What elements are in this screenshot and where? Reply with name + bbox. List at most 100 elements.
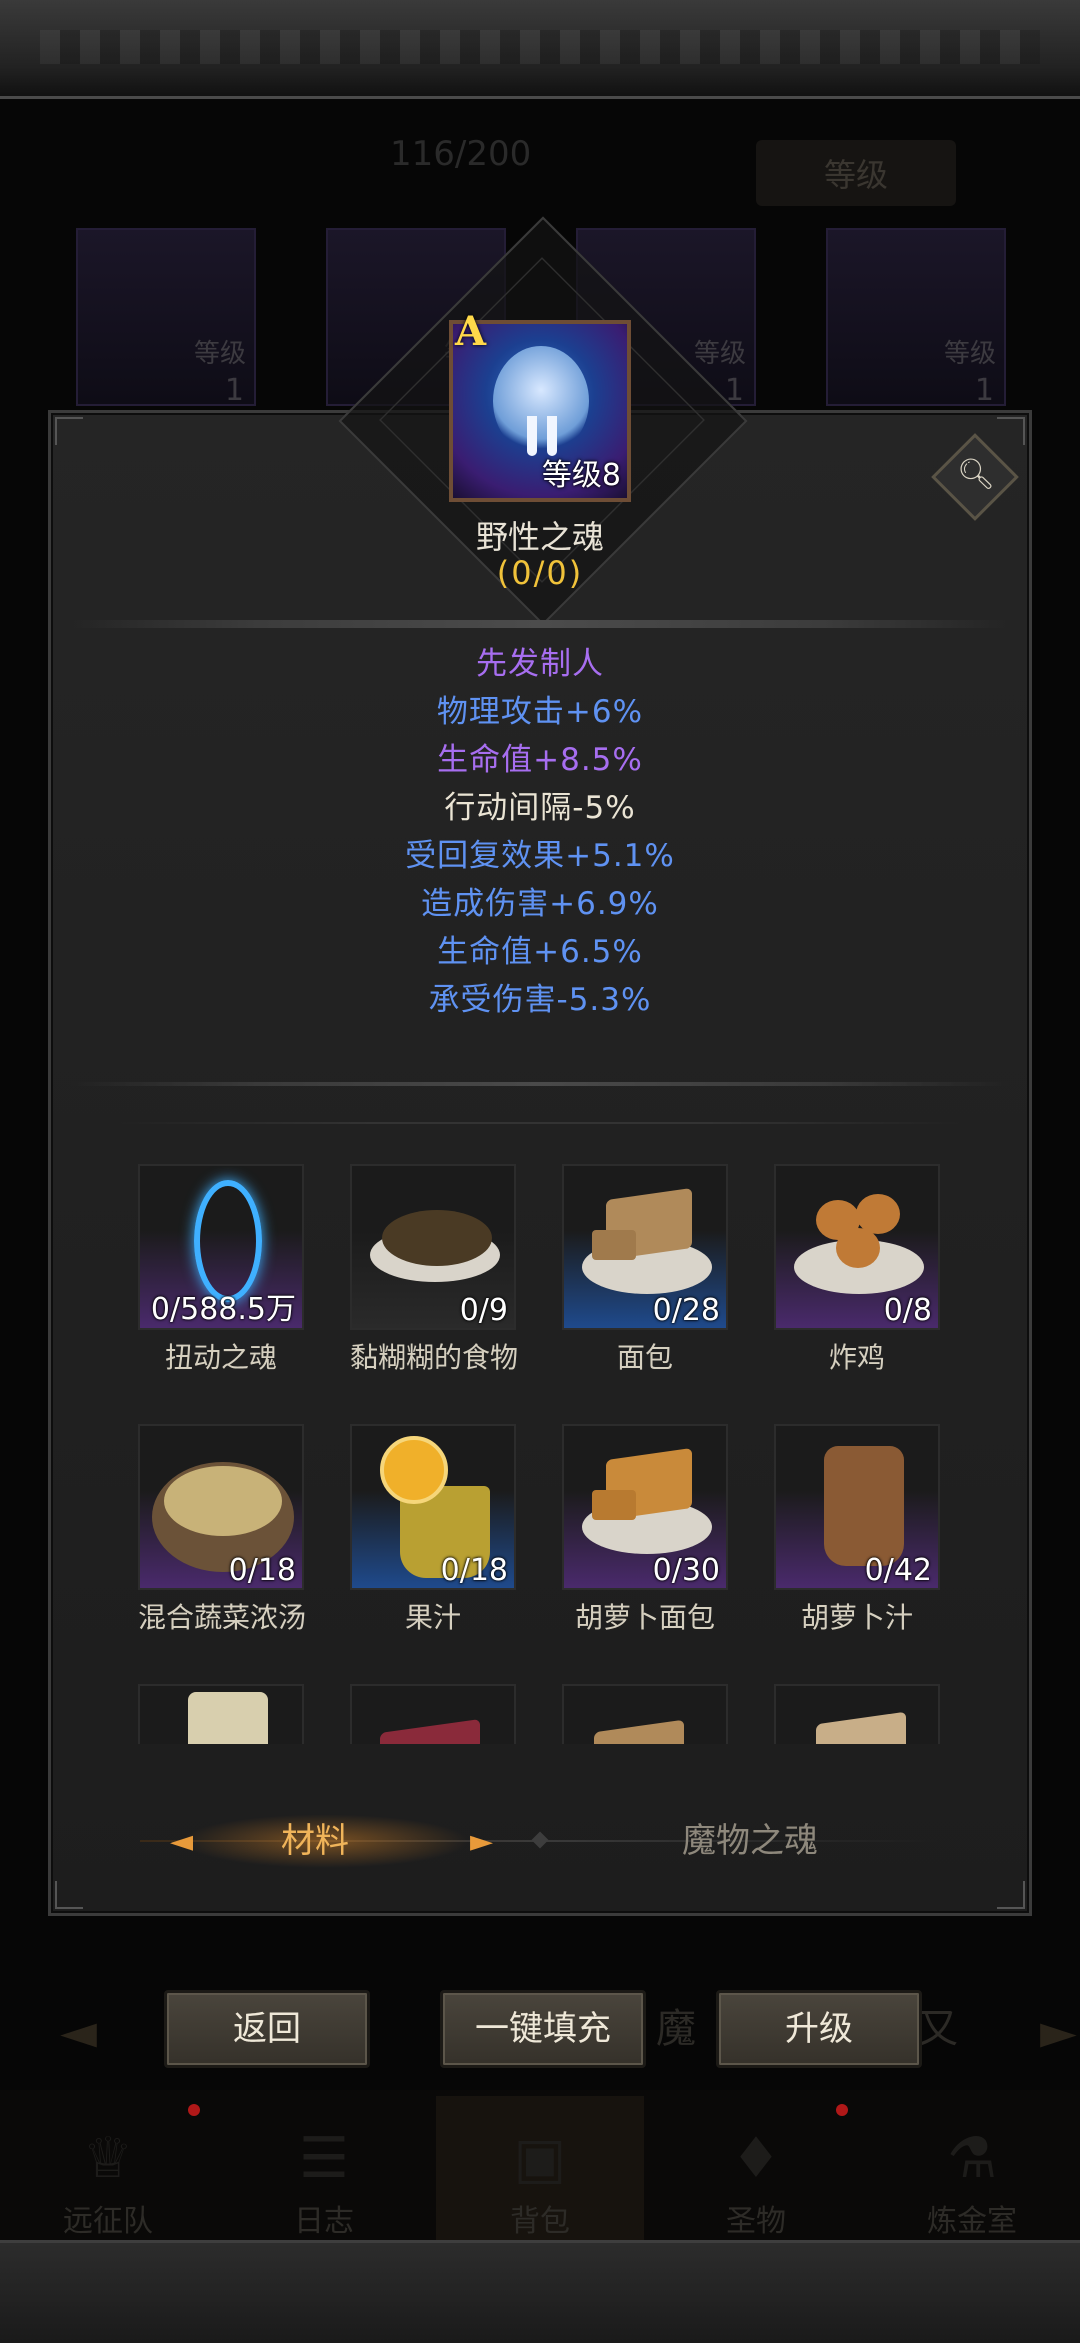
material-item[interactable]: 0/9 黏糊糊的食物 [350, 1164, 520, 1376]
material-item[interactable]: 0/588.5万 扭动之魂 [138, 1164, 308, 1376]
tab-monster-souls[interactable]: 魔物之魂 [630, 1816, 870, 1866]
tab-separator-dot [531, 1831, 549, 1849]
notification-dot [836, 2104, 848, 2116]
scroll-icon: ☰ [298, 2126, 350, 2191]
material-thumb[interactable] [350, 1684, 516, 1744]
material-thumb[interactable]: 0/8 [774, 1164, 940, 1330]
tab-materials[interactable]: 材料 [230, 1816, 400, 1866]
material-name: 面包 [616, 1341, 673, 1374]
material-item[interactable]: 0/28 面包 [562, 1164, 732, 1376]
material-name: 扭动之魂 [164, 1341, 277, 1374]
material-name: 胡萝卜面包 [574, 1601, 715, 1634]
fang-shape [527, 416, 537, 456]
material-thumb[interactable]: 0/588.5万 [138, 1164, 304, 1330]
material-item[interactable] [774, 1684, 944, 1744]
notification-dot [188, 2104, 200, 2116]
divider [70, 620, 1010, 628]
arrow-left-icon: ◄ [170, 1824, 194, 1859]
bg-scroll-left-icon: ◄ [60, 2004, 97, 2060]
soul-grade-badge: A [455, 308, 487, 355]
bg-level-sort-button: 等级 [756, 140, 956, 206]
upgrade-button[interactable]: 升级 [716, 1990, 922, 2068]
material-count: 0/9 [459, 1293, 508, 1328]
bg-soul-card: 等级 1 [826, 228, 1006, 408]
material-grid[interactable]: 0/588.5万 扭动之魂 0/9 黏糊糊的食物 0/28 面包 0/8 炸鸡 [136, 1164, 966, 1744]
stat-line: 生命值+6.5% [437, 934, 643, 970]
material-item[interactable]: 0/42 胡萝卜汁 [774, 1424, 944, 1636]
material-item[interactable] [350, 1684, 520, 1744]
material-thumb[interactable] [562, 1684, 728, 1744]
material-tabs: ◄ ► 材料 魔物之魂 [140, 1806, 940, 1876]
bg-card-level-label: 等级 [943, 339, 996, 369]
jar-icon [188, 1692, 268, 1744]
divider [70, 1082, 1010, 1086]
material-item[interactable] [138, 1684, 308, 1744]
nav-item-expedition[interactable]: ♕ 远征队 [18, 2126, 198, 2240]
bg-card-level-value: 1 [974, 373, 994, 408]
material-item[interactable]: 0/30 胡萝卜面包 [562, 1424, 732, 1636]
back-button[interactable]: 返回 [164, 1990, 370, 2068]
panel-corner [997, 1881, 1025, 1909]
slimy-food-icon [382, 1210, 492, 1266]
magnifier-icon: 🔍︎ [957, 457, 996, 493]
nav-label: 远征队 [63, 2204, 153, 2239]
bg-scroll-right-icon: ► [1040, 2004, 1077, 2060]
bg-soul-card: 等级 1 [76, 228, 256, 408]
material-count: 0/18 [440, 1553, 508, 1588]
material-thumb[interactable]: 0/30 [562, 1424, 728, 1590]
nav-item-backpack[interactable]: ▣ 背包 [450, 2126, 630, 2240]
material-count: 0/18 [228, 1553, 296, 1588]
material-count: 0/42 [864, 1553, 932, 1588]
stat-line: 先发制人 [476, 646, 604, 682]
nav-label: 炼金室 [927, 2204, 1017, 2239]
material-count: 0/588.5万 [150, 1292, 296, 1327]
material-name: 混合蔬菜浓汤 [137, 1601, 306, 1634]
lemon-slice-shape [380, 1436, 448, 1504]
wolf-icon [493, 346, 589, 456]
bg-card-level-label: 等级 [693, 339, 746, 369]
material-name: 胡萝卜汁 [800, 1601, 913, 1634]
nav-item-relic[interactable]: ♦ 圣物 [666, 2126, 846, 2240]
stat-line: 行动间隔-5% [444, 790, 636, 826]
auto-fill-button[interactable]: 一键填充 [440, 1990, 646, 2068]
material-count: 0/28 [652, 1293, 720, 1328]
material-name: 果汁 [404, 1601, 461, 1634]
material-thumb[interactable]: 0/18 [350, 1424, 516, 1590]
bread-slice-shape [592, 1490, 636, 1520]
nav-label: 日志 [294, 2204, 354, 2239]
nav-item-log[interactable]: ☰ 日志 [234, 2126, 414, 2240]
bg-collection-count: 116/200 [390, 134, 532, 174]
material-thumb[interactable]: 0/42 [774, 1424, 940, 1590]
material-item[interactable]: 0/18 果汁 [350, 1424, 520, 1636]
pie-icon [380, 1718, 480, 1744]
bread-slice-shape [592, 1230, 636, 1260]
panel-corner [55, 417, 83, 445]
helmet-icon: ♕ [82, 2126, 134, 2191]
material-thumb[interactable] [774, 1684, 940, 1744]
soup-shape [164, 1466, 282, 1536]
material-thumb[interactable]: 0/9 [350, 1164, 516, 1330]
nav-item-alchemy[interactable]: ⚗ 炼金室 [882, 2126, 1062, 2240]
material-count: 0/8 [883, 1293, 932, 1328]
bg-card-level-value: 1 [224, 373, 244, 408]
carrot-juice-jug-icon [824, 1446, 904, 1566]
material-item[interactable] [562, 1684, 732, 1744]
material-name: 黏糊糊的食物 [349, 1341, 518, 1374]
material-count: 0/30 [652, 1553, 720, 1588]
material-thumb[interactable]: 0/18 [138, 1424, 304, 1590]
stat-line: 生命值+8.5% [437, 742, 643, 778]
panel-corner [997, 417, 1025, 445]
bottom-frame [0, 2240, 1080, 2343]
stat-line: 承受伤害-5.3% [428, 982, 652, 1018]
cheese-icon [816, 1711, 906, 1744]
material-thumb[interactable] [138, 1684, 304, 1744]
nav-label: 背包 [510, 2204, 570, 2239]
material-thumb[interactable]: 0/28 [562, 1164, 728, 1330]
material-item[interactable]: 0/8 炸鸡 [774, 1164, 944, 1376]
bg-tab-text: 又 [918, 2006, 958, 2052]
material-item[interactable]: 0/18 混合蔬菜浓汤 [138, 1424, 308, 1636]
material-name: 炸鸡 [828, 1341, 885, 1374]
soul-name: 野性之魂 [475, 518, 604, 556]
divider [120, 1122, 960, 1124]
fried-chicken-piece [836, 1228, 880, 1268]
